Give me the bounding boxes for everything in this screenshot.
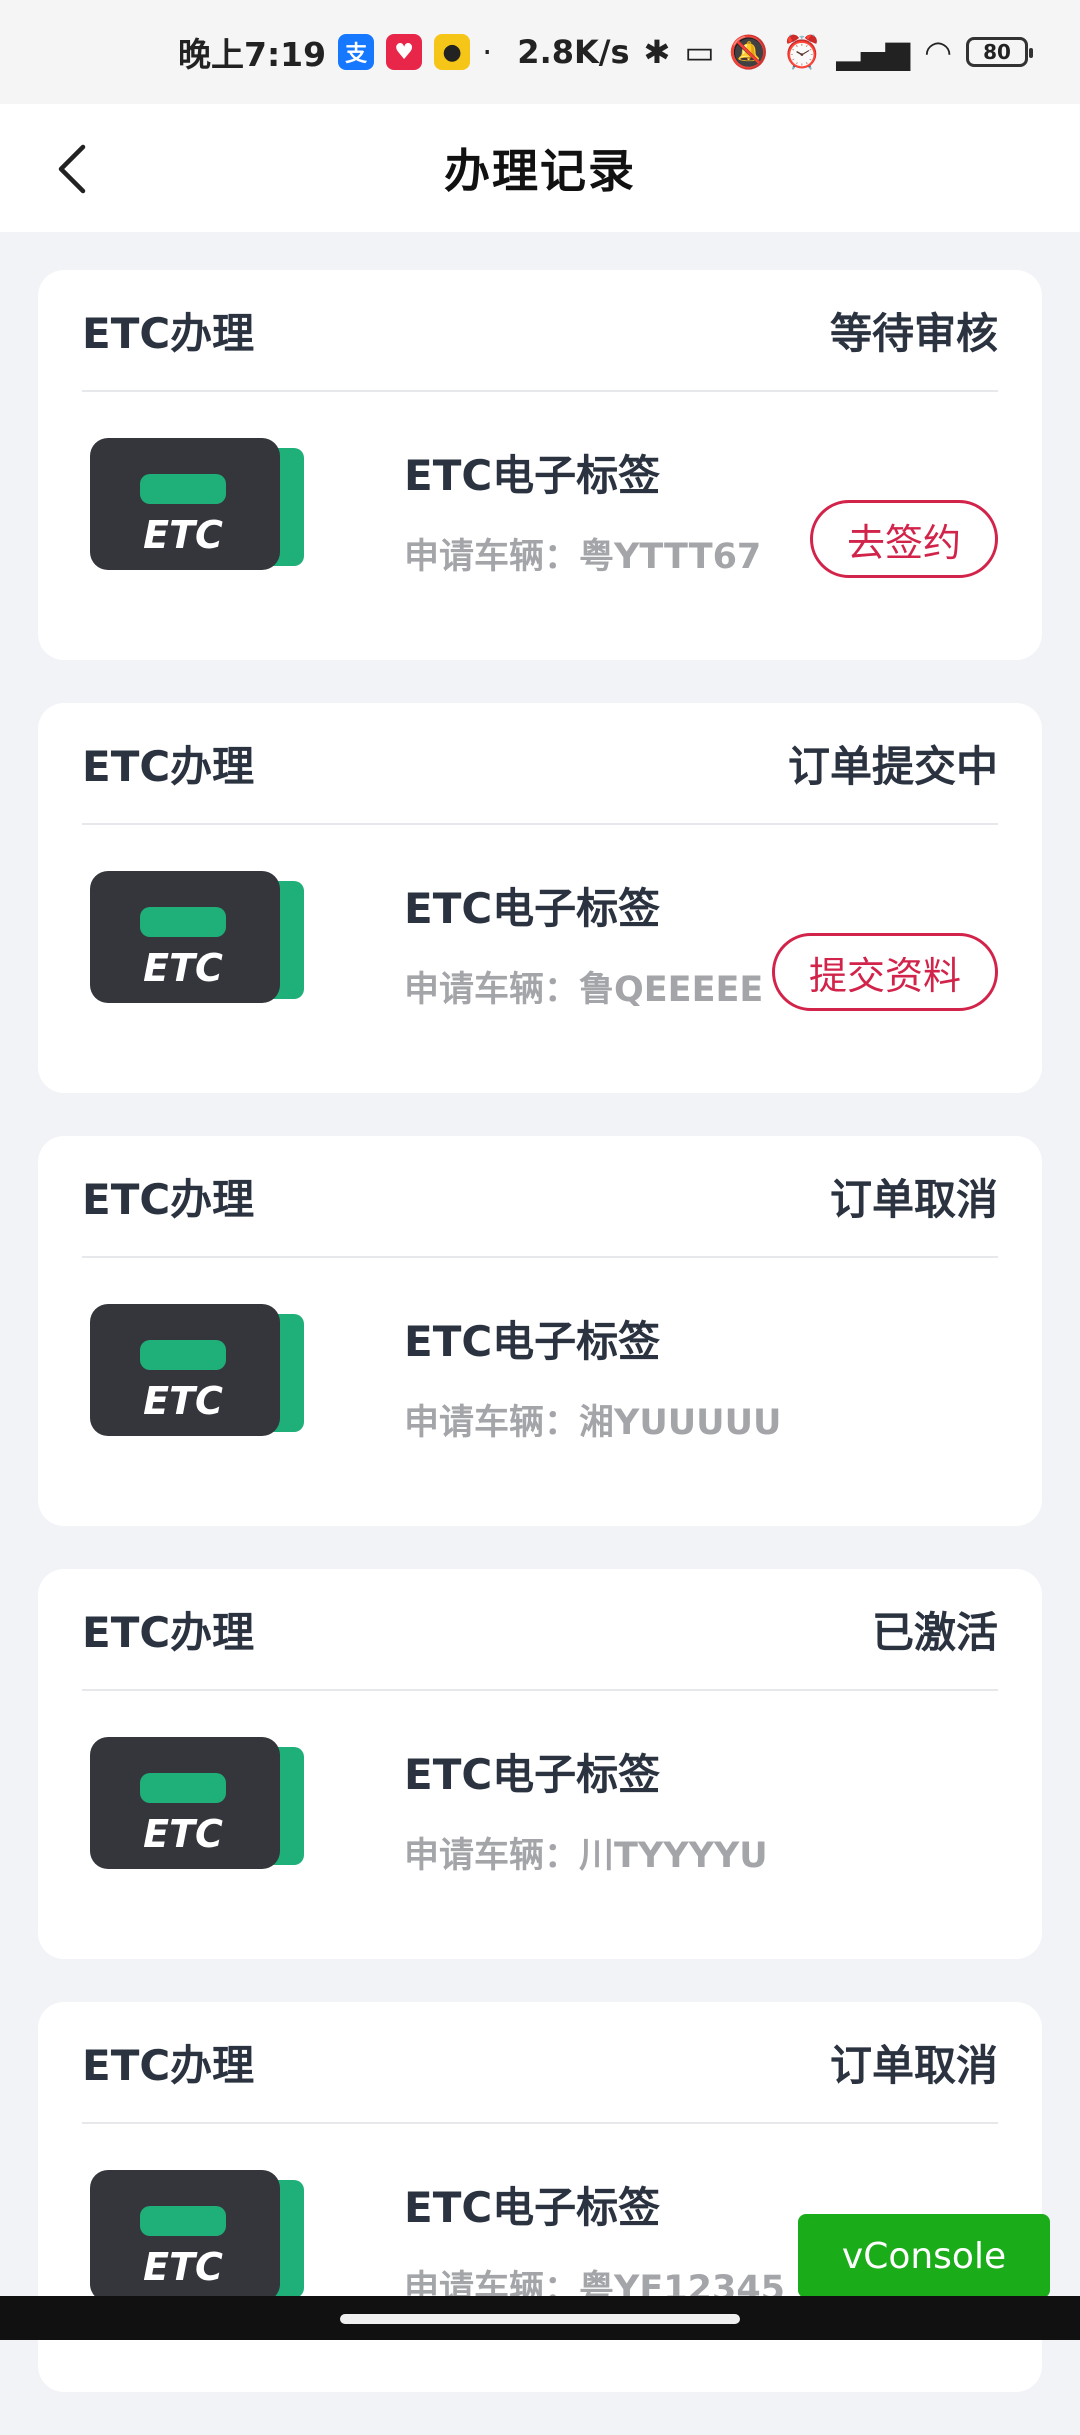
record-card[interactable]: ETC办理 订单提交中 ETC ETC电子标签 申请车辆：鲁QEEEEE 提交资… [38,703,1042,1093]
record-type: ETC办理 [82,741,255,791]
alarm-icon: ⏰ [782,33,823,71]
product-name: ETC电子标签 [404,884,661,933]
status-right: 2.8K/s ✱ ▭ 🔕 ⏰ ▂▄▆ ◠ 80 [517,33,1033,71]
vehicle-plate: 申请车辆：川TYYYYU [404,1836,768,1876]
record-type: ETC办理 [82,308,255,358]
etc-logo-text: ETC [143,513,223,557]
etc-logo-text: ETC [143,1379,223,1423]
battery-icon: 80 [966,37,1033,67]
etc-logo-text: ETC [143,1812,223,1856]
card-header: ETC办理 订单提交中 [82,703,998,825]
card-body: ETC ETC电子标签 申请车辆：川TYYYYU [82,1691,998,1959]
record-status: 已激活 [871,1607,998,1657]
record-status: 订单取消 [829,1174,998,1224]
product-name: ETC电子标签 [404,451,661,500]
etc-logo-text: ETC [143,946,223,990]
etc-device-icon: ETC [90,1304,304,1436]
etc-device-icon: ETC [90,871,304,1003]
chevron-left-icon [58,144,86,194]
card-body: ETC ETC电子标签 申请车辆：湘YUUUUU [82,1258,998,1526]
nav-bar: 办理记录 [0,104,1080,232]
product-name: ETC电子标签 [404,1750,661,1799]
page-title: 办理记录 [444,144,636,198]
sign-contract-button[interactable]: 去签约 [809,500,998,578]
card-header: ETC办理 订单取消 [82,1136,998,1258]
status-bar: 晚上7:19 支 ♥ ● · 2.8K/s ✱ ▭ 🔕 ⏰ ▂▄▆ ◠ 80 [0,0,1080,104]
etc-device-icon: ETC [90,1737,304,1869]
network-speed: 2.8K/s [517,33,630,71]
card-body: ETC ETC电子标签 申请车辆：粤YTTT67 去签约 [82,392,998,660]
record-type: ETC办理 [82,1174,255,1224]
vibrate-icon: ▭ [684,33,715,71]
status-left: 晚上7:19 支 ♥ ● · [178,28,492,76]
record-card[interactable]: ETC办理 已激活 ETC ETC电子标签 申请车辆：川TYYYYU [38,1569,1042,1959]
app-red-icon: ♥ [386,34,423,70]
product-name: ETC电子标签 [404,2183,661,2232]
vehicle-plate: 申请车辆：湘YUUUUU [404,1403,782,1443]
wifi-icon: ◠ [924,33,952,71]
product-name: ETC电子标签 [404,1317,661,1366]
submit-documents-button[interactable]: 提交资料 [771,933,998,1011]
card-body: ETC ETC电子标签 申请车辆：鲁QEEEEE 提交资料 [82,825,998,1093]
record-card[interactable]: ETC办理 等待审核 ETC ETC电子标签 申请车辆：粤YTTT67 去签约 [38,270,1042,660]
vconsole-button[interactable]: vConsole [798,2214,1050,2298]
card-header: ETC办理 订单取消 [82,2002,998,2124]
signal-icon: ▂▄▆ [836,33,911,71]
app-yellow-icon: ● [434,34,471,70]
record-type: ETC办理 [82,1607,255,1657]
back-button[interactable] [38,134,108,204]
home-indicator[interactable] [340,2314,740,2324]
etc-logo-text: ETC [143,2245,223,2289]
record-type: ETC办理 [82,2040,255,2090]
record-status: 订单取消 [829,2040,998,2090]
etc-device-icon: ETC [90,438,304,570]
record-status: 订单提交中 [787,741,998,791]
record-status: 等待审核 [829,308,998,358]
bluetooth-icon: ✱ [643,33,671,71]
dot-icon: · [482,33,493,71]
vehicle-plate: 申请车辆：鲁QEEEEE [404,970,764,1010]
record-list: ETC办理 等待审核 ETC ETC电子标签 申请车辆：粤YTTT67 去签约 … [38,270,1042,2435]
card-header: ETC办理 已激活 [82,1569,998,1691]
vehicle-plate: 申请车辆：粤YTTT67 [404,537,762,577]
etc-device-icon: ETC [90,2170,304,2302]
status-time: 晚上7:19 [178,35,327,74]
record-card[interactable]: ETC办理 订单取消 ETC ETC电子标签 申请车辆：湘YUUUUU [38,1136,1042,1526]
alipay-icon: 支 [338,34,375,70]
card-header: ETC办理 等待审核 [82,270,998,392]
mute-icon: 🔕 [728,33,769,71]
